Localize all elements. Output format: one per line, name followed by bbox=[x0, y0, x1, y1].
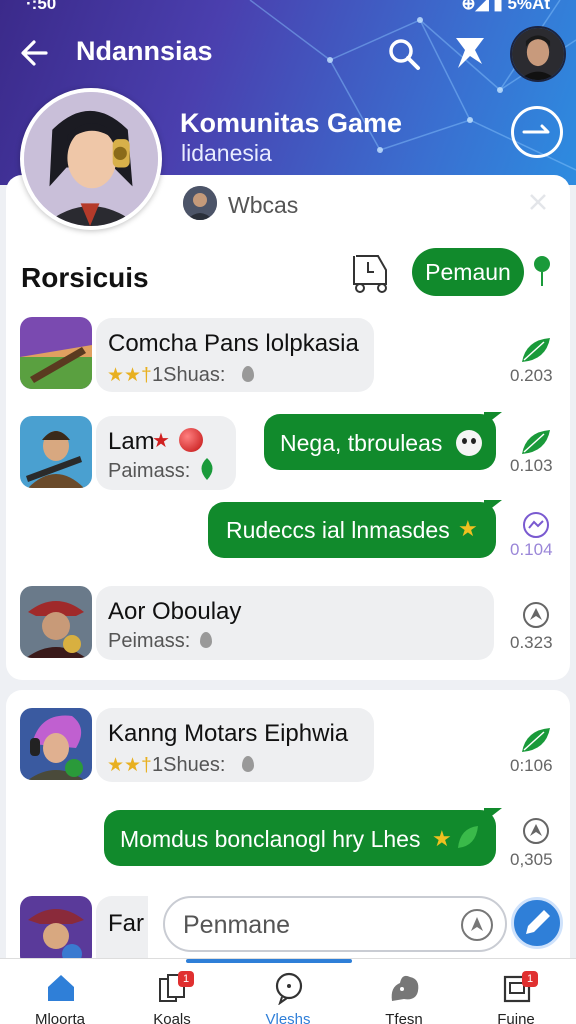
message-title: Kanng Motars Eiphwia bbox=[108, 720, 349, 747]
member-name: Wbcas bbox=[228, 192, 299, 218]
stars-icon: ★★† bbox=[107, 755, 152, 776]
leaf-icon bbox=[522, 338, 550, 362]
pin-small-icon bbox=[242, 756, 254, 772]
screen-title: Ndannsias bbox=[76, 36, 213, 66]
dismiss-button[interactable] bbox=[528, 192, 548, 212]
leaf-small-icon bbox=[201, 458, 213, 480]
status-time: ·:50 bbox=[26, 0, 57, 13]
location-pin-icon bbox=[532, 254, 552, 288]
forward-icon bbox=[522, 124, 550, 134]
leaf-icon bbox=[522, 430, 550, 454]
star-icon: ★ bbox=[432, 826, 452, 851]
game-thumbnail bbox=[20, 708, 92, 780]
nav-badge: 1 bbox=[178, 971, 194, 987]
cart-icon bbox=[353, 255, 387, 293]
nav-label: Fuine bbox=[497, 1011, 535, 1024]
reply-text: Rudeccs ial lnmasdes bbox=[226, 517, 450, 543]
nav-item-inbox[interactable]: 1 Fuine bbox=[466, 959, 566, 1024]
user-avatar[interactable] bbox=[510, 26, 566, 82]
game-thumbnail bbox=[20, 586, 92, 658]
pencil-icon bbox=[526, 910, 550, 934]
section-title: Rorsicuis bbox=[21, 262, 149, 293]
game-thumbnail bbox=[20, 416, 92, 488]
leaf-icon bbox=[522, 728, 550, 752]
nav-label: Vleshs bbox=[265, 1011, 311, 1024]
bottom-navigation: Mloorta 1 Koals Vleshs Tfesn 1 Fuine bbox=[0, 958, 576, 1024]
message-composer bbox=[163, 896, 507, 952]
message-title: Comcha Pans lolpkasia bbox=[108, 330, 359, 357]
stars-icon: ★★† bbox=[107, 365, 152, 386]
user-photo bbox=[512, 28, 564, 80]
bubble-tail bbox=[484, 808, 502, 822]
message-avatar[interactable] bbox=[20, 416, 92, 488]
nav-badge: 1 bbox=[522, 971, 538, 987]
message-time: 0.203 bbox=[510, 366, 553, 385]
member-avatar[interactable] bbox=[183, 186, 217, 220]
arrow-left-icon bbox=[21, 40, 48, 66]
message-title: Aor Oboulay bbox=[108, 598, 242, 625]
message-time: 0.103 bbox=[510, 456, 553, 475]
message-subtitle: Paimass: bbox=[108, 460, 191, 482]
messenger-icon bbox=[523, 512, 549, 538]
home-icon bbox=[48, 975, 74, 1001]
close-icon bbox=[530, 194, 546, 210]
nav-item-home[interactable]: Mloorta bbox=[10, 959, 110, 1024]
primary-pill-button[interactable]: Pemaun bbox=[412, 248, 524, 296]
reply-circle-icon bbox=[523, 818, 549, 844]
nav-label: Tfesn bbox=[385, 1011, 423, 1024]
cart-button[interactable] bbox=[348, 252, 394, 294]
pin-small-icon bbox=[242, 366, 254, 382]
back-button[interactable] bbox=[18, 36, 52, 70]
game-thumbnail bbox=[20, 317, 92, 389]
group-name: Komunitas Game bbox=[180, 108, 403, 138]
group-subtitle: lidanesia bbox=[181, 140, 272, 166]
message-subtitle: 1Shues: bbox=[152, 754, 226, 776]
game-character-avatar bbox=[24, 92, 158, 226]
star-icon: ★ bbox=[152, 430, 170, 452]
ball-icon bbox=[179, 428, 203, 452]
message-avatar[interactable] bbox=[20, 708, 92, 780]
message-subtitle: Peimass: bbox=[108, 630, 191, 652]
search-button[interactable] bbox=[386, 36, 422, 72]
pin-icon bbox=[456, 38, 484, 68]
send-button[interactable] bbox=[511, 897, 563, 949]
nav-item-cards[interactable]: 1 Koals bbox=[122, 959, 222, 1024]
group-action-button[interactable] bbox=[511, 106, 563, 158]
reply-text: Momdus bonclanogl hry Lhes bbox=[120, 826, 421, 852]
emoji-icon bbox=[456, 430, 482, 456]
sticker-button[interactable] bbox=[461, 909, 493, 941]
message-avatar[interactable] bbox=[20, 586, 92, 658]
chat-icon bbox=[275, 972, 303, 1005]
nav-item-chats[interactable]: Vleshs bbox=[238, 959, 338, 1024]
bubble-tail bbox=[484, 500, 502, 514]
message-avatar[interactable] bbox=[20, 317, 92, 389]
leaf-small-icon bbox=[458, 826, 478, 848]
bubble-tail bbox=[484, 412, 502, 426]
group-avatar[interactable] bbox=[20, 88, 162, 230]
nav-label: Mloorta bbox=[34, 1011, 86, 1024]
message-title: Far bbox=[108, 910, 144, 937]
message-subtitle: 1Shuas: bbox=[152, 364, 226, 386]
message-input[interactable] bbox=[183, 908, 453, 942]
search-icon bbox=[389, 39, 420, 70]
message-time: 0.104 bbox=[510, 540, 553, 559]
member-photo bbox=[183, 186, 217, 220]
message-time: 0,305 bbox=[510, 850, 553, 869]
status-indicators: ⊕◢ ▮ 5%At bbox=[461, 0, 550, 13]
pin-small-icon bbox=[200, 632, 212, 648]
sticker-icon bbox=[471, 917, 483, 931]
nav-label: Koals bbox=[153, 1011, 191, 1024]
puzzle-icon bbox=[391, 975, 419, 1001]
pin-button[interactable] bbox=[452, 34, 488, 72]
message-time: 0:106 bbox=[510, 756, 553, 775]
message-title: Lam bbox=[108, 428, 155, 455]
nav-item-puzzle[interactable]: Tfesn bbox=[354, 959, 454, 1024]
message-time: 0.323 bbox=[510, 633, 553, 652]
reply-text: Nega, tbrouleas bbox=[280, 430, 443, 456]
status-bar: ·:50 ⊕◢ ▮ 5%At bbox=[0, 0, 576, 13]
star-icon: ★ bbox=[458, 516, 478, 541]
reply-circle-icon bbox=[523, 602, 549, 628]
